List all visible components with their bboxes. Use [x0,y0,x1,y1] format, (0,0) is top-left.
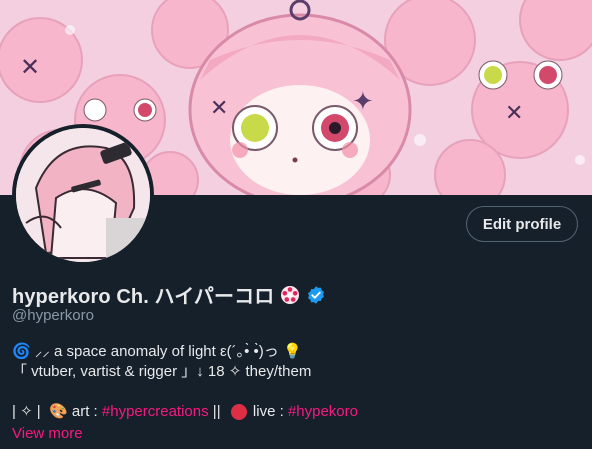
profile-bio: 🌀 ⸝⸝ a space anomaly of light ε(´｡•̀ •̀)… [12,342,582,422]
profile-handle: @hyperkoro [12,307,94,324]
display-name: hyperkoro Ch. ハイパーコロ [12,286,275,308]
bio-line-1-text: ⸝⸝ a space anomaly of light ε(´｡•̀ •̀)っ … [34,343,302,360]
svg-text:✕: ✕ [210,96,228,121]
display-name-row: hyperkoro Ch. ハイパーコロ [12,280,326,309]
bio-spacer [12,382,582,402]
bio-live-label: live : [252,403,288,420]
svg-text:✕: ✕ [505,101,523,126]
avatar-artwork [16,128,150,262]
svg-text:✕: ✕ [20,53,40,81]
hashtag-hypekoro[interactable]: #hypekoro [288,402,358,422]
view-more-link[interactable]: View more [12,425,83,442]
edit-profile-button[interactable]: Edit profile [466,206,578,242]
bio-line-3: | ✧ | 🎨 art : #hypercreations || live : … [12,402,582,422]
red-circle-icon [230,404,247,420]
svg-text:✦: ✦ [352,87,374,117]
verified-check-icon[interactable] [306,285,326,305]
avatar-frame[interactable] [12,124,154,266]
bio-line-1: 🌀 ⸝⸝ a space anomaly of light ε(´｡•̀ •̀)… [12,342,582,362]
avatar[interactable] [16,128,150,262]
badge-flower-icon [280,285,300,305]
bio-line-2: 「 vtuber, vartist & rigger 」↓ 18 ✧ they/… [12,362,582,382]
bio-line-3-separator: || [208,403,229,420]
hashtag-hypercreations[interactable]: #hypercreations [102,402,209,422]
bio-line-3-prefix: | ✧ | 🎨 art : [12,403,102,420]
bio-line-1-prefix: 🌀 [12,343,35,360]
bio-line-2-text: 「 vtuber, vartist & rigger 」↓ 18 ✧ they/… [12,363,312,380]
